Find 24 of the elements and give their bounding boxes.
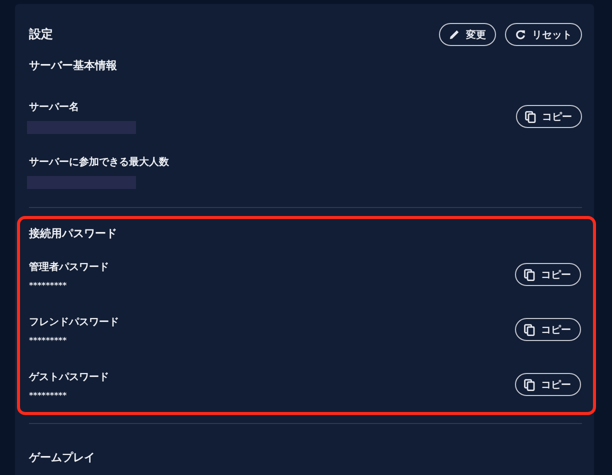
- section-title: ゲームプレイ: [29, 450, 96, 465]
- refresh-icon: [515, 29, 526, 40]
- edit-button[interactable]: 変更: [439, 23, 496, 46]
- copy-button[interactable]: コピー: [515, 318, 581, 341]
- field-value: *********: [29, 336, 68, 344]
- pencil-icon: [449, 29, 460, 40]
- reset-button[interactable]: リセット: [505, 23, 582, 46]
- settings-title: 設定: [29, 26, 53, 43]
- field-label: サーバー名: [29, 100, 80, 114]
- section-title: サーバー基本情報: [29, 58, 118, 73]
- copy-icon: [524, 268, 535, 280]
- copy-button[interactable]: コピー: [516, 105, 582, 128]
- field-label: ゲストパスワード: [29, 370, 109, 384]
- copy-icon: [525, 110, 536, 122]
- field-label: 管理者パスワード: [29, 260, 109, 274]
- field-label: サーバーに参加できる最大人数: [29, 156, 169, 168]
- copy-button[interactable]: コピー: [515, 263, 581, 286]
- copy-button[interactable]: コピー: [515, 373, 581, 396]
- copy-icon: [524, 324, 535, 336]
- section-title: 接続用パスワード: [29, 226, 118, 241]
- field-label: フレンドパスワード: [29, 316, 119, 328]
- field-value: *********: [29, 390, 68, 400]
- field-value: *********: [29, 280, 68, 290]
- copy-icon: [524, 378, 535, 390]
